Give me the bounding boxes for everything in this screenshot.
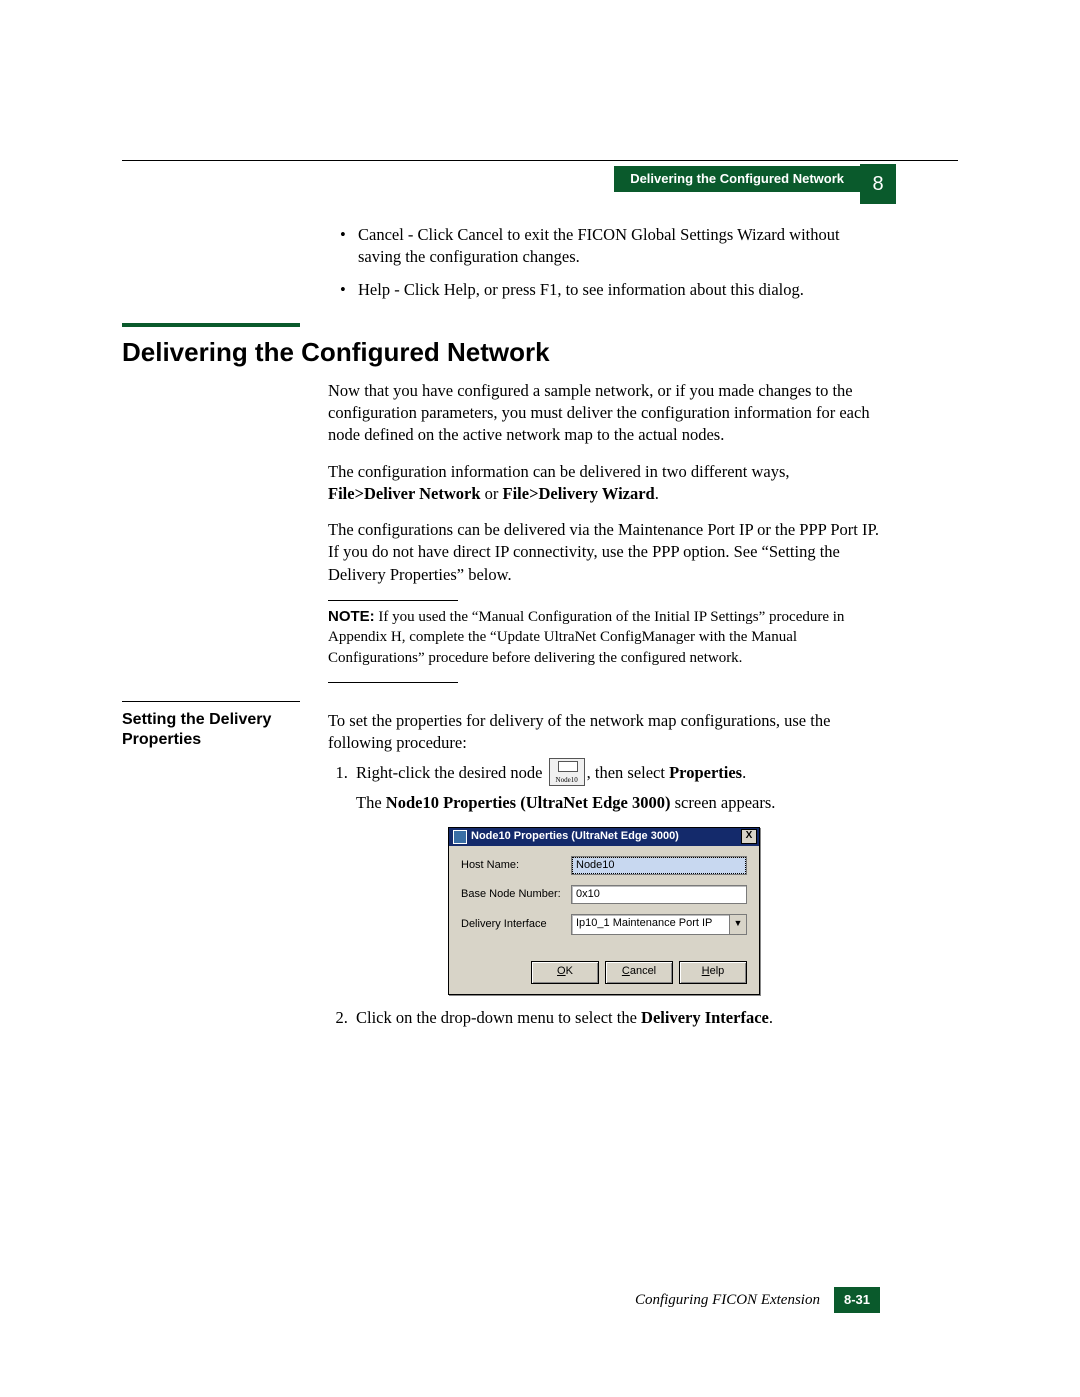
step2-b: Delivery Interface: [641, 1008, 769, 1027]
section-p2-d: File>Delivery Wizard: [503, 484, 655, 503]
note-rule-top: [328, 600, 458, 601]
dialog-title: Node10 Properties (UltraNet Edge 3000): [471, 829, 741, 844]
properties-dialog: Node10 Properties (UltraNet Edge 3000) X…: [448, 827, 760, 995]
node-icon: Node10: [549, 758, 585, 786]
section-p2-b: File>Deliver Network: [328, 484, 481, 503]
sidehead-rule: [122, 701, 300, 702]
section-p2-a: The configuration information can be del…: [328, 462, 790, 481]
chevron-down-icon[interactable]: ▼: [729, 915, 746, 934]
section-heading: Delivering the Configured Network: [122, 335, 880, 370]
bullet-cancel: Cancel - Click Cancel to exit the FICON …: [358, 224, 880, 269]
dialog-buttons: OK Cancel Help: [449, 955, 759, 994]
step1-result-c: screen appears.: [671, 793, 776, 812]
section-p3: The configurations can be delivered via …: [328, 519, 880, 586]
step1-b: , then select: [587, 763, 669, 782]
label-delivery-interface: Delivery Interface: [461, 917, 571, 932]
step1-result-b: Node10 Properties (UltraNet Edge 3000): [386, 793, 671, 812]
ok-button[interactable]: OK: [531, 961, 599, 984]
node-icon-label: Node10: [550, 777, 584, 784]
bullet-help: Help - Click Help, or press F1, to see i…: [358, 279, 880, 301]
cancel-button[interactable]: Cancel: [605, 961, 673, 984]
section-p2: The configuration information can be del…: [328, 461, 880, 506]
section-p2-c: or: [481, 484, 503, 503]
sidebody: To set the properties for delivery of th…: [328, 710, 880, 1037]
chapter-tab: 8: [860, 164, 896, 204]
label-basenode: Base Node Number:: [461, 887, 571, 902]
intro-bullets: Cancel - Click Cancel to exit the FICON …: [328, 224, 880, 301]
input-basenode[interactable]: 0x10: [571, 885, 747, 904]
note-body: If you used the “Manual Configuration of…: [328, 609, 844, 666]
footer: Configuring FICON Extension 8-31: [635, 1287, 880, 1313]
dialog-titlebar[interactable]: Node10 Properties (UltraNet Edge 3000) X: [449, 828, 759, 846]
step2-a: Click on the drop-down menu to select th…: [356, 1008, 641, 1027]
procedure-steps: Right-click the desired node Node10 , th…: [328, 758, 880, 1029]
step2-c: .: [769, 1008, 773, 1027]
step1-a: Right-click the desired node: [356, 763, 547, 782]
top-rule: [122, 160, 958, 161]
step-2: Click on the drop-down menu to select th…: [352, 1007, 880, 1029]
sidehead: Setting the Delivery Properties: [122, 710, 328, 750]
close-button[interactable]: X: [741, 829, 757, 844]
select-value: Ip10_1 Maintenance Port IP: [572, 915, 729, 934]
node-icon-box: [558, 761, 578, 772]
section-p1: Now that you have configured a sample ne…: [328, 380, 880, 447]
label-hostname: Host Name:: [461, 858, 571, 873]
step-1: Right-click the desired node Node10 , th…: [352, 758, 880, 994]
window-icon: [453, 830, 467, 844]
row-delivery-interface: Delivery Interface Ip10_1 Maintenance Po…: [461, 914, 747, 935]
sub-intro: To set the properties for delivery of th…: [328, 710, 880, 755]
subsection-row: Setting the Delivery Properties To set t…: [122, 710, 880, 1037]
footer-page: 8-31: [834, 1287, 880, 1313]
row-hostname: Host Name: Node10: [461, 856, 747, 875]
page: Delivering the Configured Network 8 Canc…: [0, 0, 1080, 1397]
note-rule-bottom: [328, 682, 458, 683]
note: NOTE: If you used the “Manual Configurat…: [328, 607, 880, 668]
step1-c: Properties: [669, 763, 742, 782]
input-hostname[interactable]: Node10: [571, 856, 747, 875]
step1-result-a: The: [356, 793, 386, 812]
step1-d: .: [742, 763, 746, 782]
content: Cancel - Click Cancel to exit the FICON …: [122, 224, 880, 1277]
row-basenode: Base Node Number: 0x10: [461, 885, 747, 904]
section-p2-e: .: [655, 484, 659, 503]
select-delivery-interface[interactable]: Ip10_1 Maintenance Port IP ▼: [571, 914, 747, 935]
dialog-body: Host Name: Node10 Base Node Number: 0x10…: [449, 846, 759, 955]
section-rule: [122, 323, 300, 327]
footer-text: Configuring FICON Extension: [635, 1290, 820, 1310]
note-label: NOTE:: [328, 608, 375, 625]
help-button[interactable]: Help: [679, 961, 747, 984]
running-header: Delivering the Configured Network: [614, 166, 860, 192]
